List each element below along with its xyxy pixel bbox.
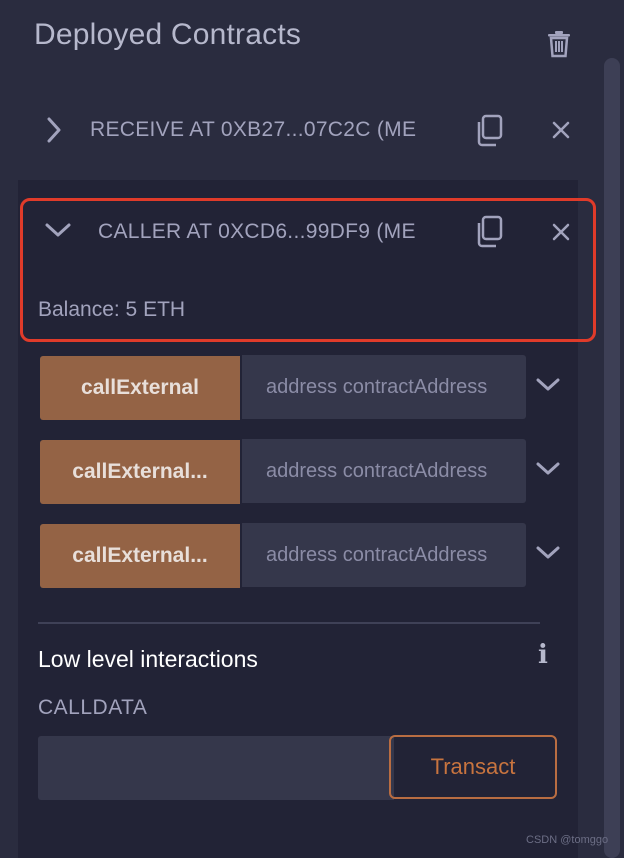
contract-address-input[interactable]: address contractAddress	[242, 439, 526, 503]
scrollbar[interactable]	[604, 58, 620, 858]
low-level-title: Low level interactions	[38, 646, 258, 672]
chevron-right-icon[interactable]	[44, 116, 64, 144]
trash-icon[interactable]	[546, 30, 572, 58]
copy-icon[interactable]	[474, 114, 504, 148]
transact-button[interactable]: Transact	[389, 735, 557, 799]
call-external-button[interactable]: callExternal...	[40, 440, 240, 504]
close-icon[interactable]	[552, 121, 570, 139]
watermark: CSDN @tomggo	[526, 834, 609, 846]
info-icon[interactable]: i	[538, 640, 548, 670]
highlight-box	[20, 198, 596, 342]
contract-label: RECEIVE AT 0XB27...07C2C (ME	[90, 118, 417, 141]
call-external-button[interactable]: callExternal	[40, 356, 240, 420]
chevron-down-icon[interactable]	[535, 376, 561, 396]
contract-address-input[interactable]: address contractAddress	[242, 355, 526, 419]
chevron-down-icon[interactable]	[535, 460, 561, 480]
call-external-button[interactable]: callExternal...	[40, 524, 240, 588]
divider	[38, 622, 540, 624]
calldata-input[interactable]	[38, 736, 394, 800]
contract-address-input[interactable]: address contractAddress	[242, 523, 526, 587]
chevron-down-icon[interactable]	[535, 544, 561, 564]
calldata-label: CALLDATA	[38, 696, 148, 719]
page-title: Deployed Contracts	[34, 18, 302, 51]
